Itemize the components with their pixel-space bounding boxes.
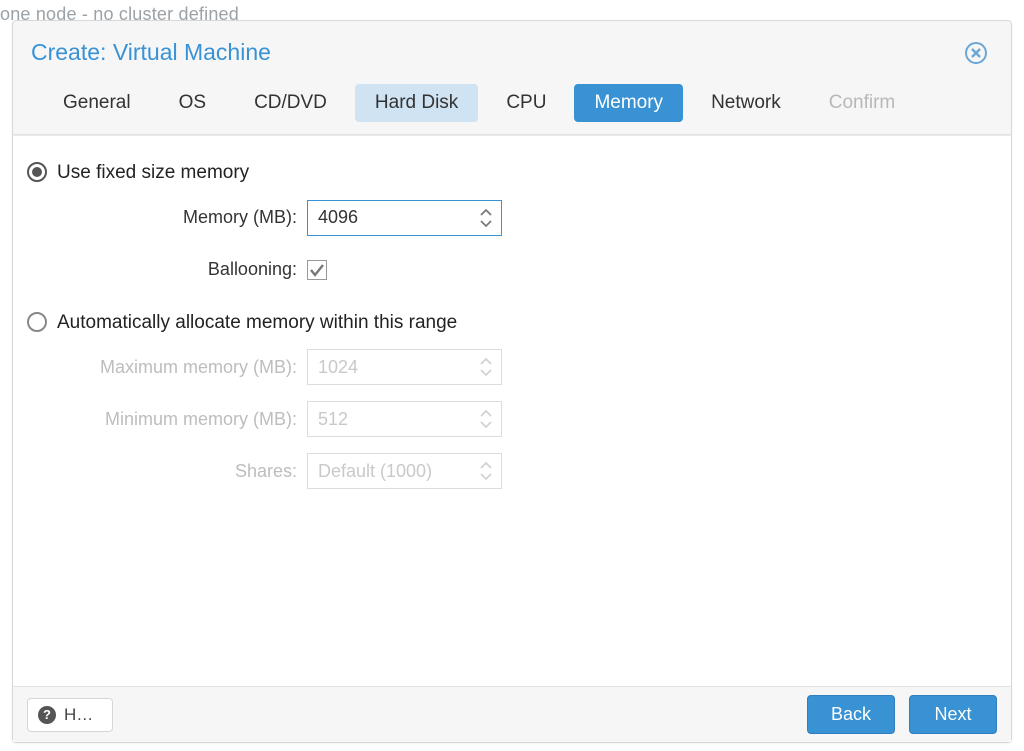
chevron-up-icon	[479, 409, 493, 419]
check-icon	[309, 262, 325, 278]
wizard-tabbar: General OS CD/DVD Hard Disk CPU Memory N…	[13, 74, 1011, 135]
help-icon: ?	[38, 706, 56, 724]
chevron-down-icon	[479, 367, 493, 377]
radio-auto-memory[interactable]	[27, 312, 47, 332]
min-memory-spinner	[307, 401, 502, 437]
chevron-down-icon	[479, 419, 493, 429]
chevron-up-icon	[479, 208, 493, 218]
radio-row-auto: Automatically allocate memory within thi…	[27, 310, 997, 336]
tab-cpu[interactable]: CPU	[486, 84, 566, 122]
shares-label: Shares:	[27, 461, 307, 482]
tab-general[interactable]: General	[43, 84, 151, 122]
max-memory-input	[308, 350, 501, 384]
field-row-ballooning: Ballooning:	[27, 248, 997, 292]
tab-os[interactable]: OS	[159, 84, 226, 122]
help-button[interactable]: ? H…	[27, 698, 113, 732]
shares-input	[308, 454, 501, 488]
min-memory-input	[308, 402, 501, 436]
dialog-header: Create: Virtual Machine	[13, 21, 1011, 74]
help-button-label: H…	[64, 705, 93, 725]
auto-memory-fields: Maximum memory (MB): Minimum memory (MB)…	[27, 345, 997, 493]
chevron-up-icon	[479, 357, 493, 367]
tab-confirm: Confirm	[809, 84, 916, 122]
shares-spinner	[307, 453, 502, 489]
min-memory-spin-buttons	[479, 404, 495, 434]
dialog-footer: ? H… Back Next	[13, 686, 1011, 742]
memory-panel: Use fixed size memory Memory (MB): Ballo…	[13, 135, 1011, 686]
memory-spin-buttons[interactable]	[479, 203, 495, 233]
tab-cddvd[interactable]: CD/DVD	[234, 84, 347, 122]
radio-fixed-memory-label: Use fixed size memory	[57, 160, 249, 186]
close-icon	[970, 47, 982, 59]
memory-label: Memory (MB):	[27, 207, 307, 228]
tab-hard-disk[interactable]: Hard Disk	[355, 84, 478, 122]
tab-network[interactable]: Network	[691, 84, 801, 122]
max-memory-spin-buttons	[479, 352, 495, 382]
memory-input[interactable]	[308, 201, 501, 235]
field-row-max-memory: Maximum memory (MB):	[27, 345, 997, 389]
tab-memory[interactable]: Memory	[574, 84, 683, 122]
memory-spinner[interactable]	[307, 200, 502, 236]
create-vm-dialog: Create: Virtual Machine General OS CD/DV…	[12, 20, 1012, 743]
radio-auto-memory-label: Automatically allocate memory within thi…	[57, 310, 457, 336]
radio-row-fixed: Use fixed size memory	[27, 160, 997, 186]
field-row-min-memory: Minimum memory (MB):	[27, 397, 997, 441]
footer-actions: Back Next	[807, 695, 997, 734]
chevron-up-icon	[479, 461, 493, 471]
next-button[interactable]: Next	[909, 695, 997, 734]
field-row-shares: Shares:	[27, 449, 997, 493]
field-row-memory: Memory (MB):	[27, 196, 997, 240]
max-memory-spinner	[307, 349, 502, 385]
close-button[interactable]	[965, 42, 987, 64]
radio-fixed-memory[interactable]	[27, 162, 47, 182]
max-memory-label: Maximum memory (MB):	[27, 357, 307, 378]
back-button[interactable]: Back	[807, 695, 895, 734]
shares-spin-buttons	[479, 456, 495, 486]
chevron-down-icon	[479, 471, 493, 481]
chevron-down-icon	[479, 218, 493, 228]
dialog-title: Create: Virtual Machine	[31, 39, 271, 66]
fixed-memory-fields: Memory (MB): Ballooning:	[27, 196, 997, 292]
ballooning-checkbox[interactable]	[307, 260, 327, 280]
ballooning-label: Ballooning:	[27, 259, 307, 280]
min-memory-label: Minimum memory (MB):	[27, 409, 307, 430]
